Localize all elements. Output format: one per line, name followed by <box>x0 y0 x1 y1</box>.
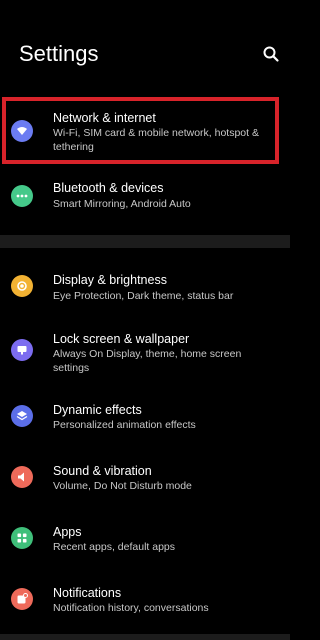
search-icon <box>263 46 279 62</box>
settings-item-title: Notifications <box>53 586 122 600</box>
search-button[interactable] <box>262 45 280 63</box>
settings-item-title: Dynamic effects <box>53 403 142 417</box>
notification-icon <box>11 588 33 610</box>
settings-item-bluetooth[interactable]: Bluetooth & devices Smart Mirroring, And… <box>0 172 290 224</box>
settings-item-title: Apps <box>53 525 82 539</box>
settings-item-subtitle: Eye Protection, Dark theme, status bar <box>53 290 234 302</box>
settings-item-apps[interactable]: Apps Recent apps, default apps <box>0 516 290 566</box>
page-title: Settings <box>19 41 99 66</box>
bottom-section-divider <box>0 634 290 640</box>
settings-item-lock-screen[interactable]: Lock screen & wallpaper Always On Displa… <box>0 322 290 382</box>
wallpaper-icon <box>11 339 33 361</box>
settings-item-display[interactable]: Display & brightness Eye Protection, Dar… <box>0 262 290 312</box>
settings-item-dynamic-effects[interactable]: Dynamic effects Personalized animation e… <box>0 394 290 444</box>
speaker-icon <box>11 466 33 488</box>
bluetooth-devices-icon <box>11 185 33 207</box>
settings-item-title: Sound & vibration <box>53 464 152 478</box>
settings-item-sound[interactable]: Sound & vibration Volume, Do Not Disturb… <box>0 455 290 505</box>
highlight-box <box>2 97 279 164</box>
settings-item-subtitle: Personalized animation effects <box>53 419 196 431</box>
brightness-icon <box>11 275 33 297</box>
settings-item-subtitle: Notification history, conversations <box>53 602 209 614</box>
settings-item-subtitle: Recent apps, default apps <box>53 541 176 553</box>
apps-grid-icon <box>11 527 33 549</box>
section-divider <box>0 235 290 248</box>
settings-item-title: Bluetooth & devices <box>53 181 164 195</box>
settings-item-subtitle: Always On Display, theme, home screen se… <box>53 348 242 374</box>
layers-icon <box>11 405 33 427</box>
settings-item-title: Display & brightness <box>53 273 167 287</box>
settings-item-title: Lock screen & wallpaper <box>53 332 190 346</box>
settings-item-subtitle: Volume, Do Not Disturb mode <box>53 480 192 492</box>
settings-item-notifications[interactable]: Notifications Notification history, conv… <box>0 577 290 627</box>
header: Settings <box>0 0 290 92</box>
settings-item-subtitle: Smart Mirroring, Android Auto <box>53 198 191 210</box>
